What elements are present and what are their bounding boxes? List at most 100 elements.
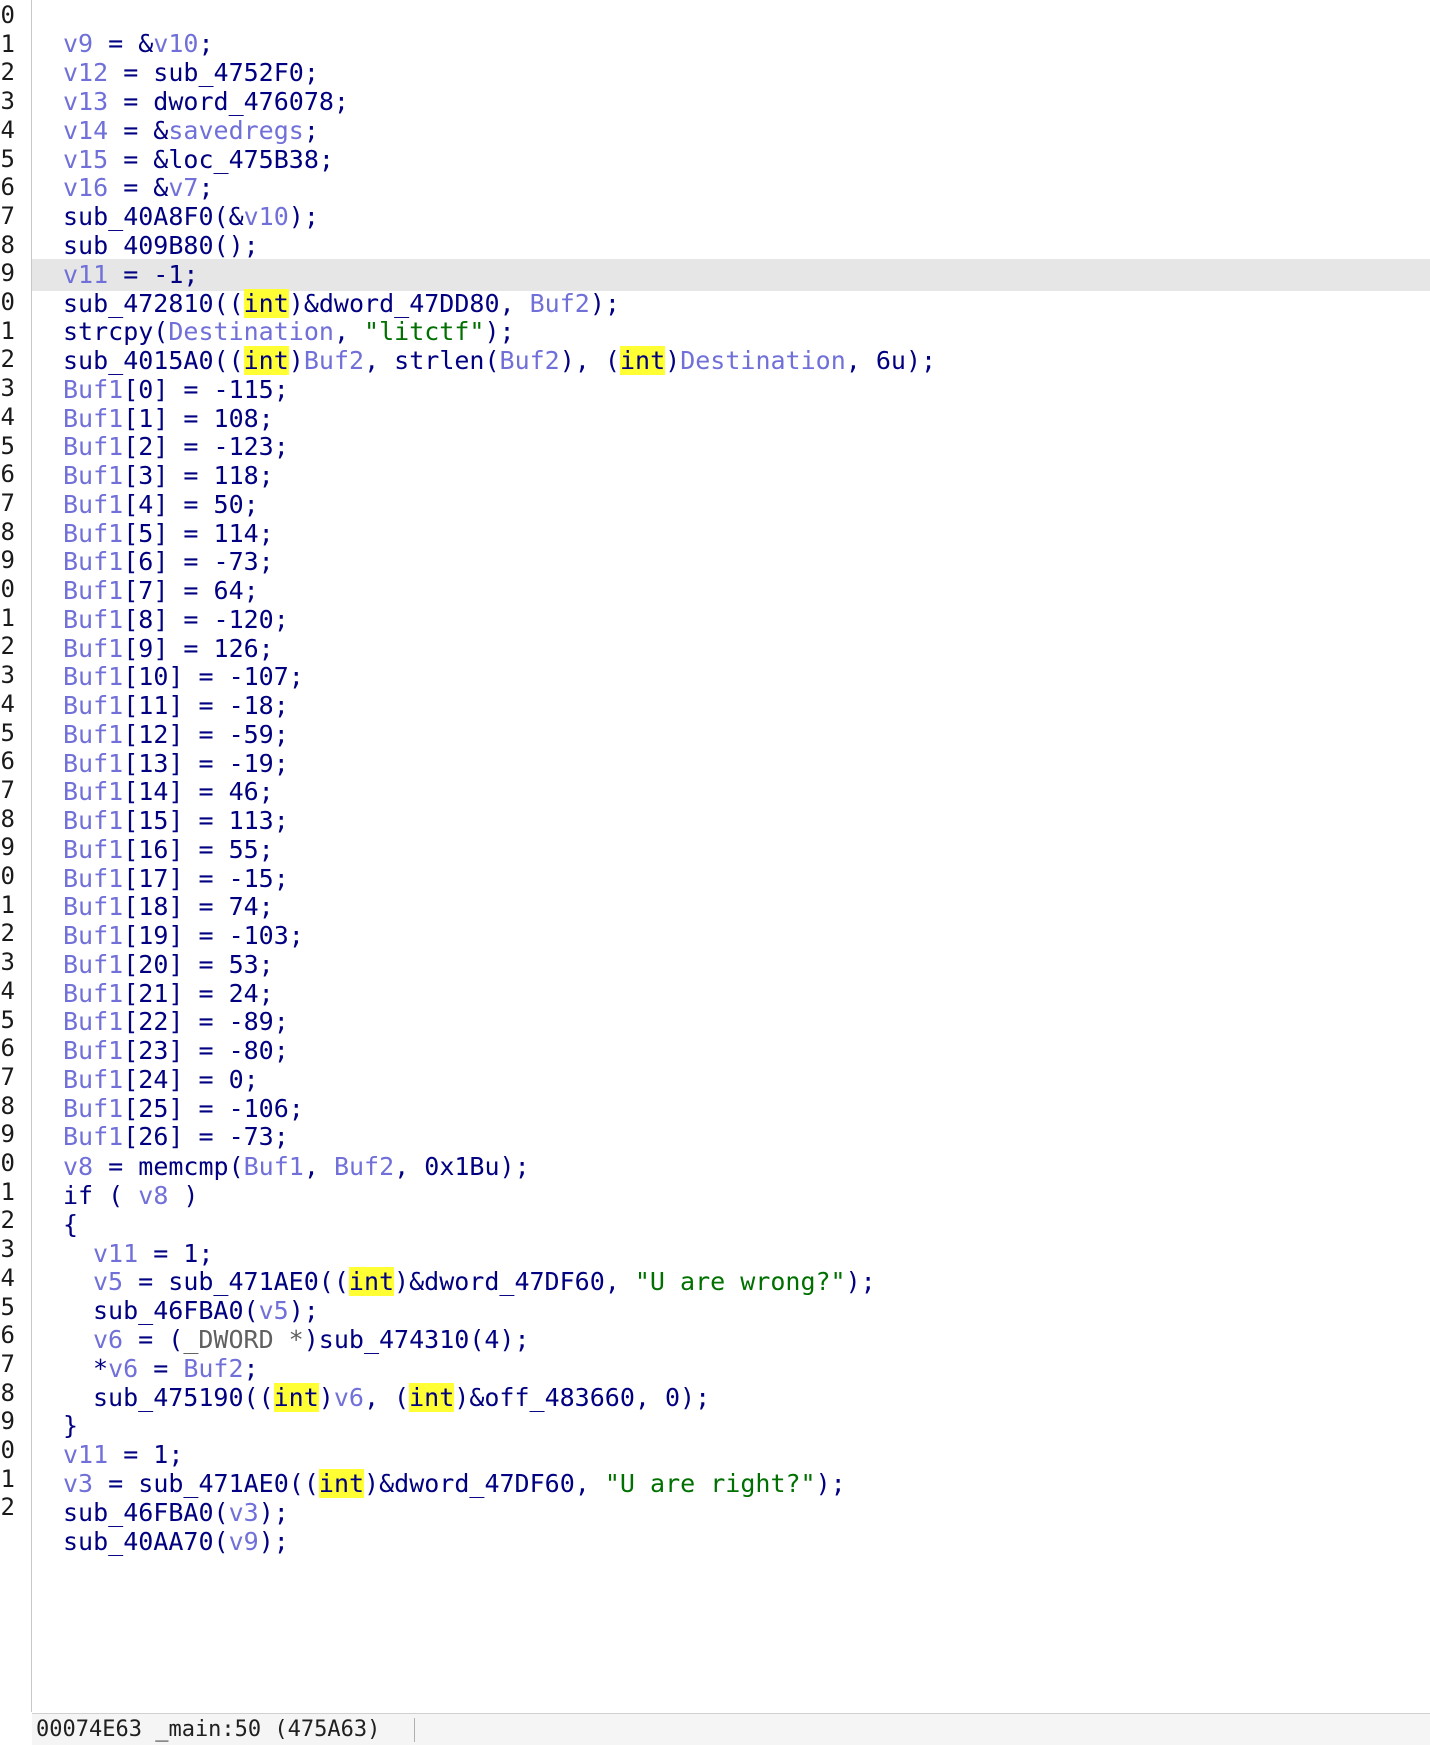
code-token: [6] = -73;	[123, 547, 274, 576]
code-token: savedregs	[168, 116, 304, 145]
code-token: Buf1	[63, 576, 124, 605]
code-line-66[interactable]: v6 = (_DWORD *)sub_474310(4);	[32, 1324, 1430, 1356]
code-line-67[interactable]: *v6 = Buf2;	[32, 1353, 1430, 1385]
code-token: [21] = 24;	[123, 979, 274, 1008]
code-line-buf1[interactable]: Buf1[10] = -107;	[32, 661, 1430, 693]
line-number: 47	[0, 776, 15, 804]
code-line-73-partial[interactable]: sub_40AA70(v9);	[32, 1526, 1430, 1558]
code-token: = &loc_475B38;	[108, 145, 334, 174]
code-token: sub_40A8F0(&	[63, 202, 244, 231]
code-line-62[interactable]: {	[32, 1209, 1430, 1241]
code-line-buf1[interactable]: Buf1[23] = -80;	[32, 1035, 1430, 1067]
code-token: [12] = -59;	[123, 720, 289, 749]
code-line-buf1[interactable]: Buf1[8] = -120;	[32, 604, 1430, 636]
code-line-buf1[interactable]: Buf1[7] = 64;	[32, 575, 1430, 607]
code-line-32[interactable]: sub_4015A0((int)Buf2, strlen(Buf2), (int…	[32, 345, 1430, 377]
code-token: v11	[93, 1239, 139, 1268]
code-token: [9] = 126;	[123, 634, 274, 663]
code-line-buf1[interactable]: Buf1[2] = -123;	[32, 431, 1430, 463]
code-line-24[interactable]: v14 = &savedregs;	[32, 115, 1430, 147]
code-line-buf1[interactable]: Buf1[14] = 46;	[32, 776, 1430, 808]
code-token: = &	[93, 29, 154, 58]
line-number: 52	[0, 919, 15, 947]
code-token: = -1;	[108, 260, 199, 289]
code-line-buf1[interactable]: Buf1[16] = 55;	[32, 834, 1430, 866]
line-number: 26	[0, 173, 15, 201]
code-token: ,	[303, 1152, 334, 1181]
line-number: 53	[0, 948, 15, 976]
code-line-buf1[interactable]: Buf1[18] = 74;	[32, 891, 1430, 923]
code-token: Buf1	[63, 1036, 124, 1065]
code-line-buf1[interactable]: Buf1[26] = -73;	[32, 1121, 1430, 1153]
code-line-buf1[interactable]: Buf1[22] = -89;	[32, 1006, 1430, 1038]
code-token: Buf1	[63, 1007, 124, 1036]
line-number: 67	[0, 1350, 15, 1378]
code-line-buf1[interactable]: Buf1[24] = 0;	[32, 1064, 1430, 1096]
code-line-buf1[interactable]: Buf1[20] = 53;	[32, 949, 1430, 981]
code-line-buf1[interactable]: Buf1[0] = -115;	[32, 374, 1430, 406]
current-line-highlight[interactable]: v11 = -1;	[32, 259, 1430, 291]
code-line-72[interactable]: sub_46FBA0(v3);	[32, 1497, 1430, 1529]
code-token: v8	[63, 1152, 94, 1181]
code-token: );	[288, 202, 319, 231]
line-number: 34	[0, 403, 15, 431]
line-number: 22	[0, 58, 15, 86]
code-token: Buf1	[63, 1094, 124, 1123]
code-token: Buf1	[63, 404, 124, 433]
code-line-69[interactable]: }	[32, 1410, 1430, 1442]
line-number: 20	[0, 1, 15, 29]
code-token: = 1;	[108, 1440, 184, 1469]
code-line-21[interactable]: v9 = &v10;	[32, 28, 1430, 60]
code-line-buf1[interactable]: Buf1[4] = 50;	[32, 489, 1430, 521]
code-line-buf1[interactable]: Buf1[11] = -18;	[32, 690, 1430, 722]
code-line-71[interactable]: v3 = sub_471AE0((int)&dword_47DF60, "U a…	[32, 1468, 1430, 1500]
code-token: = &	[108, 173, 169, 202]
code-line-64[interactable]: v5 = sub_471AE0((int)&dword_47DF60, "U a…	[32, 1266, 1430, 1298]
line-number: 63	[0, 1235, 15, 1263]
code-line-22[interactable]: v12 = sub_4752F0;	[32, 57, 1430, 89]
code-token: v5	[258, 1296, 289, 1325]
code-line-31[interactable]: strcpy(Destination, "litctf");	[32, 316, 1430, 348]
code-line-23[interactable]: v13 = dword_476078;	[32, 86, 1430, 118]
code-line-buf1[interactable]: Buf1[6] = -73;	[32, 546, 1430, 578]
code-token: v3	[63, 1469, 94, 1498]
code-token: Buf1	[63, 1122, 124, 1151]
line-number: 39	[0, 546, 15, 574]
code-token: [16] = 55;	[123, 835, 274, 864]
code-line-27[interactable]: sub_40A8F0(&v10);	[32, 201, 1430, 233]
code-token: [17] = -15;	[123, 864, 289, 893]
code-token: Buf1	[63, 921, 124, 950]
type-keyword-highlight: int	[409, 1383, 455, 1412]
code-line-70[interactable]: v11 = 1;	[32, 1439, 1430, 1471]
type-keyword-highlight: int	[243, 346, 289, 375]
code-token: = &	[108, 116, 169, 145]
code-token: Buf2	[183, 1354, 244, 1383]
code-line-buf1[interactable]: Buf1[19] = -103;	[32, 920, 1430, 952]
line-number: 32	[0, 345, 15, 373]
code-token: sub_46FBA0(	[63, 1498, 229, 1527]
code-line-60[interactable]: v8 = memcmp(Buf1, Buf2, 0x1Bu);	[32, 1151, 1430, 1183]
code-token: );	[258, 1498, 289, 1527]
code-token: )&off_483660, 0);	[454, 1383, 711, 1412]
code-token: Buf1	[63, 547, 124, 576]
code-line-26[interactable]: v16 = &v7;	[32, 172, 1430, 204]
code-token: = sub_471AE0((	[123, 1267, 349, 1296]
code-token: Buf1	[63, 490, 124, 519]
code-line-buf1[interactable]: Buf1[3] = 118;	[32, 460, 1430, 492]
code-line-61[interactable]: if ( v8 )	[32, 1180, 1430, 1212]
type-keyword-highlight: int	[273, 1383, 319, 1412]
code-line-65[interactable]: sub_46FBA0(v5);	[32, 1295, 1430, 1327]
line-number: 59	[0, 1120, 15, 1148]
type-cast-token: _DWORD *	[183, 1325, 304, 1354]
pseudocode-view[interactable]: v9 = &v10; v12 = sub_4752F0; v13 = dword…	[32, 0, 1430, 1712]
code-line-buf1[interactable]: Buf1[12] = -59;	[32, 719, 1430, 751]
line-number: 23	[0, 87, 15, 115]
code-line-buf1[interactable]: Buf1[15] = 113;	[32, 805, 1430, 837]
code-token: = dword_476078;	[108, 87, 349, 116]
code-token: )&dword_47DF60,	[364, 1469, 605, 1498]
code-line-28[interactable]: sub_409B80();	[32, 230, 1430, 262]
line-number: 64	[0, 1264, 15, 1292]
code-token: Buf1	[63, 777, 124, 806]
code-token: , 0x1Bu);	[394, 1152, 530, 1181]
code-token: v3	[228, 1498, 259, 1527]
